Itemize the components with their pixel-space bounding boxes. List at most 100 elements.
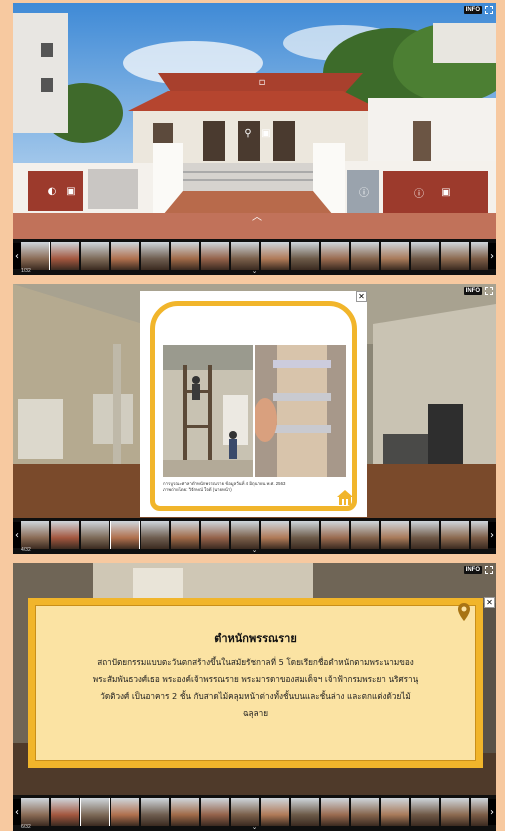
scene-thumbnail[interactable]: [261, 521, 289, 549]
top-toolbar: INFO: [463, 287, 493, 295]
scene-thumbnail[interactable]: [381, 242, 409, 270]
image-hotspot-icon[interactable]: ▫: [256, 76, 268, 88]
scene-thumbnail[interactable]: [21, 521, 49, 549]
thumbnail-list: [21, 242, 488, 270]
scene-thumbnail[interactable]: [291, 521, 319, 549]
scene-thumbnail[interactable]: [261, 798, 289, 826]
close-icon[interactable]: ✕: [356, 291, 367, 302]
scene-thumbnail[interactable]: [51, 798, 79, 826]
scene-thumbnail[interactable]: [231, 798, 259, 826]
panorama-scene[interactable]: [13, 3, 496, 239]
panorama-panel-interior[interactable]: INFO ✕ การบูรณะศาลาตำหนักพรรณราย ข้อมูลว…: [13, 284, 496, 554]
close-icon[interactable]: ✕: [484, 597, 495, 608]
scene-thumbnail[interactable]: [441, 242, 469, 270]
fullscreen-icon[interactable]: [485, 287, 493, 295]
scene-thumbnail[interactable]: [411, 242, 439, 270]
scene-thumbnail[interactable]: [21, 798, 49, 826]
info-description: สถาปัตยกรรมแบบตะวันตกสร้างขึ้นในสมัยรัชก…: [92, 657, 419, 718]
circle-hotspot-icon[interactable]: ◐: [46, 185, 58, 197]
scene-thumbnail[interactable]: [21, 242, 50, 270]
scene-thumbnail[interactable]: [351, 242, 379, 270]
scene-thumbnail[interactable]: [81, 242, 109, 270]
scene-thumbnail[interactable]: [471, 521, 488, 549]
scene-thumbnail[interactable]: [291, 798, 319, 826]
fullscreen-icon[interactable]: [485, 6, 493, 14]
location-pin-icon[interactable]: ⚲: [242, 127, 254, 139]
scene-thumbnail[interactable]: [201, 798, 229, 826]
chevron-right-icon[interactable]: ›: [488, 522, 496, 548]
scene-thumbnail[interactable]: [231, 521, 259, 549]
info-button[interactable]: INFO: [463, 6, 482, 14]
image-hotspot-icon[interactable]: ▣: [260, 127, 272, 139]
scene-thumbnail[interactable]: [441, 521, 469, 549]
thumbnail-strip: ‹ › 4/32 ⌄: [13, 518, 496, 554]
scene-thumbnail[interactable]: [261, 242, 289, 270]
top-toolbar: INFO: [463, 566, 493, 574]
image-popup: ✕ การบูรณะศาลาตำหนักพรรณราย ข้อมูลวันที่…: [140, 291, 367, 517]
scene-thumbnail[interactable]: [411, 521, 439, 549]
chevron-down-icon[interactable]: ⌄: [252, 824, 258, 831]
info-hotspot-icon[interactable]: ⓘ: [413, 186, 425, 200]
info-hotspot-icon[interactable]: ⓘ: [358, 185, 370, 199]
scene-thumbnail[interactable]: [381, 521, 409, 549]
scene-thumbnail[interactable]: [351, 521, 379, 549]
scene-thumbnail[interactable]: [51, 242, 79, 270]
scene-thumbnail[interactable]: [381, 798, 409, 826]
panorama-panel-description[interactable]: INFO ตำหนักพรรณราย สถาปัตยกรรมแบบตะวันตก…: [13, 563, 496, 831]
scene-thumbnail[interactable]: [231, 242, 259, 270]
scene-thumbnail[interactable]: [171, 242, 199, 270]
location-pin-icon: [458, 603, 470, 621]
chevron-left-icon[interactable]: ‹: [13, 799, 21, 825]
restoration-photo-scaffolding: [163, 345, 253, 477]
image-hotspot-icon[interactable]: ▣: [65, 185, 77, 197]
chevron-down-icon[interactable]: ⌄: [252, 268, 258, 275]
image-hotspot-icon[interactable]: ▣: [440, 186, 452, 198]
caption-line: ภาพถ่ายโดย: วิจักษณ์ ใจดี (นายหน้า): [163, 487, 232, 492]
palace-logo: [337, 490, 353, 505]
scene-thumbnail[interactable]: [171, 798, 199, 826]
scene-thumbnail[interactable]: [141, 521, 169, 549]
scene-thumbnail[interactable]: [201, 242, 229, 270]
thumbnail-strip: ‹ › 6/32 ⌄: [13, 795, 496, 831]
chevron-left-icon[interactable]: ‹: [13, 243, 21, 269]
scene-thumbnail[interactable]: [111, 798, 139, 826]
scene-thumbnail[interactable]: [80, 798, 110, 826]
scene-thumbnail[interactable]: [111, 242, 139, 270]
info-title: ตำหนักพรรณราย: [214, 632, 297, 645]
scene-thumbnail[interactable]: [441, 798, 469, 826]
thumbnail-strip: ‹ › 1/32 ⌄: [13, 239, 496, 275]
chevron-right-icon[interactable]: ›: [488, 243, 496, 269]
scene-thumbnail[interactable]: [291, 242, 319, 270]
info-popup-body: ตำหนักพรรณราย สถาปัตยกรรมแบบตะวันตกสร้าง…: [35, 605, 476, 761]
scene-thumbnail[interactable]: [471, 242, 488, 270]
scene-thumbnail[interactable]: [321, 521, 349, 549]
scene-counter: 6/32: [21, 824, 31, 830]
chevron-left-icon[interactable]: ‹: [13, 522, 21, 548]
scene-thumbnail[interactable]: [141, 798, 169, 826]
panorama-panel-exterior[interactable]: ◐ ▣ ⚲ ▣ ▫ ⓘ ⓘ ▣ ︿ INFO ‹ › 1/32 ⌄: [13, 3, 496, 275]
info-popup: ตำหนักพรรณราย สถาปัตยกรรมแบบตะวันตกสร้าง…: [28, 597, 495, 768]
scene-thumbnail[interactable]: [51, 521, 79, 549]
signboard: [88, 169, 138, 209]
scene-counter: 1/32: [21, 268, 31, 274]
photo-caption: การบูรณะศาลาตำหนักพรรณราย ข้อมูลวันที่ 4…: [163, 481, 313, 493]
chevron-down-icon[interactable]: ⌄: [252, 547, 258, 554]
thumbnail-list: [21, 798, 488, 826]
scene-thumbnail[interactable]: [201, 521, 229, 549]
fullscreen-icon[interactable]: [485, 566, 493, 574]
chevron-right-icon[interactable]: ›: [488, 799, 496, 825]
chevron-up-icon[interactable]: ︿: [249, 209, 265, 223]
scene-thumbnail[interactable]: [321, 242, 349, 270]
scene-thumbnail[interactable]: [81, 521, 109, 549]
scene-thumbnail[interactable]: [351, 798, 379, 826]
scene-thumbnail[interactable]: [171, 521, 199, 549]
scene-thumbnail[interactable]: [471, 798, 488, 826]
info-button[interactable]: INFO: [463, 287, 482, 295]
thumbnail-list: [21, 521, 488, 549]
scene-counter: 4/32: [21, 547, 31, 553]
scene-thumbnail[interactable]: [411, 798, 439, 826]
scene-thumbnail[interactable]: [321, 798, 349, 826]
scene-thumbnail[interactable]: [141, 242, 169, 270]
info-button[interactable]: INFO: [463, 566, 482, 574]
scene-thumbnail[interactable]: [110, 521, 140, 549]
